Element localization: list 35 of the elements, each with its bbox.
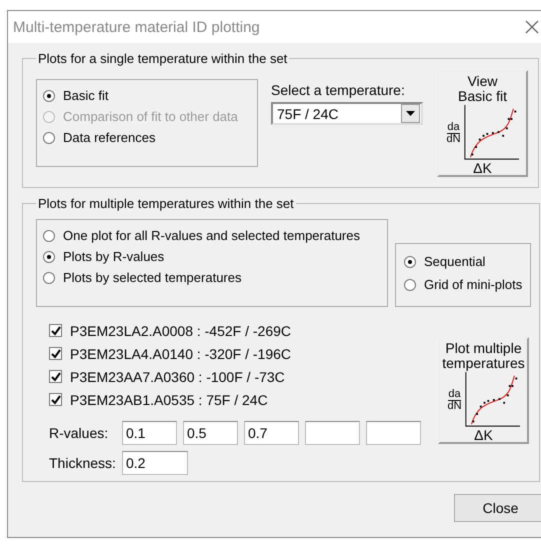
temperature-checkbox[interactable]: P3EM23LA2.A0008 : -452F / -269C — [49, 319, 421, 342]
r-value-field[interactable] — [366, 421, 421, 445]
select-label: Select a temperature: — [271, 82, 406, 98]
temperature-checkbox[interactable]: P3EM23AB1.A0535 : 75F / 24C — [49, 388, 421, 411]
radio-option[interactable]: Basic fit — [43, 88, 251, 103]
radio-option[interactable]: Plots by selected temperatures — [43, 270, 381, 285]
r-values-label: R-values: — [49, 425, 110, 441]
radio-option[interactable]: Data references — [43, 130, 251, 145]
group-title: Plots for multiple temperatures within the set — [37, 196, 295, 211]
check-icon — [50, 326, 60, 336]
caret-icon — [406, 111, 415, 116]
check-icon — [50, 394, 60, 404]
check-icon — [50, 372, 60, 382]
group-title: Plots for a single temperature within the set — [37, 51, 288, 66]
radio-option[interactable]: Plots by R-values — [43, 249, 381, 264]
temperature-checkbox[interactable]: P3EM23LA4.A0140 : -320F / -196C — [49, 342, 421, 365]
window-title: Multi-temperature material ID plotting — [13, 18, 260, 36]
curve-plot-icon — [462, 105, 519, 161]
radio-option[interactable]: Sequential — [404, 254, 522, 269]
temperature-checkbox[interactable]: P3EM23AA7.A0360 : -100F / -73C — [49, 365, 421, 388]
temperature-dropdown[interactable]: 75F / 24C — [271, 102, 423, 125]
thickness-label: Thickness: — [49, 455, 116, 471]
r-value-field[interactable]: 0.7 — [244, 421, 299, 445]
radio-option[interactable]: One plot for all R-values and selected temperatures — [43, 228, 381, 243]
curve-plot-icon — [464, 372, 520, 428]
view-basic-fit-button[interactable]: View Basic fit da dN ΔK — [437, 70, 528, 177]
check-icon — [50, 348, 60, 358]
plot-multiple-temperatures-button[interactable]: Plot multiple temperatures da dN ΔK — [438, 337, 529, 444]
r-value-field[interactable] — [305, 421, 360, 445]
thickness-field[interactable]: 0.2 — [122, 451, 188, 475]
close-button[interactable]: Close — [454, 494, 541, 522]
close-icon[interactable] — [525, 20, 539, 34]
r-value-field[interactable]: 0.1 — [122, 421, 177, 445]
r-value-field[interactable]: 0.5 — [183, 421, 238, 445]
radio-option[interactable]: Grid of mini-plots — [404, 277, 522, 292]
